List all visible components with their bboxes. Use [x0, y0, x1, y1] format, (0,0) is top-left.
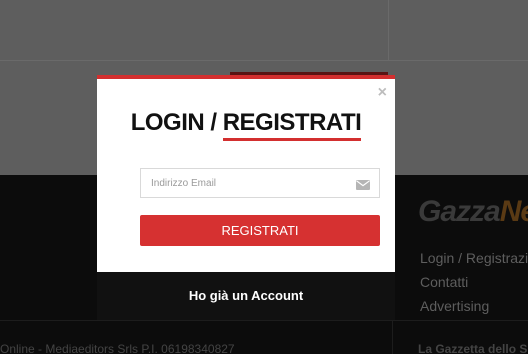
footer-site-name: La Gazzetta dello Sp: [418, 342, 528, 354]
email-field: [140, 168, 380, 198]
footer-copyright: Online - Mediaeditors Srls P.I. 06198340…: [0, 342, 235, 354]
modal-title-highlight: REGISTRATI: [222, 109, 362, 141]
mail-icon: [356, 180, 370, 190]
register-button[interactable]: REGISTRATI: [140, 215, 380, 246]
footer-link-login[interactable]: Login / Registrazio: [420, 250, 528, 266]
existing-account-button[interactable]: Ho già un Account: [97, 272, 395, 320]
footer-logo-part2: Net: [499, 195, 528, 228]
login-register-modal: × LOGIN / REGISTRATI REGISTRATI Ho già u…: [97, 75, 395, 320]
email-input[interactable]: [141, 169, 379, 197]
header-divider: [0, 60, 528, 61]
footer-divider: [0, 320, 528, 321]
footer-link-advertising[interactable]: Advertising: [420, 298, 489, 314]
header-vertical-divider: [388, 0, 389, 60]
modal-title-prefix: LOGIN /: [130, 109, 217, 136]
footer-logo-part1: Gazza: [418, 195, 501, 228]
footer-link-contacts[interactable]: Contatti: [420, 274, 468, 290]
close-icon[interactable]: ×: [378, 85, 387, 101]
footer-vertical-divider: [392, 320, 393, 354]
footer-logo: GazzaNet: [418, 195, 528, 229]
modal-title: LOGIN / REGISTRATI: [97, 109, 395, 141]
